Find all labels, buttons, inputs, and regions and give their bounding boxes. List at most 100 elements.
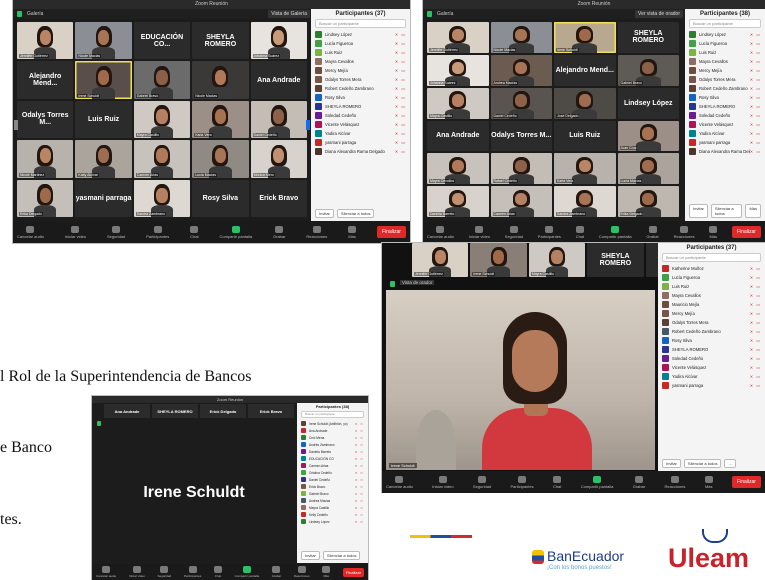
mic-muted-icon[interactable]: ✕ ▭ (395, 95, 406, 100)
participant-row[interactable]: Rosy Silva ✕ ▭ (311, 93, 410, 102)
video-tile[interactable]: Johanna Suárez (250, 22, 307, 60)
video-tile[interactable]: Mónica Mero (250, 140, 307, 178)
panel-button[interactable]: Silenciar a todos (710, 204, 743, 218)
toolbar-button[interactable]: Iniciar video (432, 475, 454, 489)
toolbar-button[interactable]: Más (709, 225, 718, 239)
mic-muted-icon[interactable]: ✕ ▭ (355, 436, 364, 440)
participant-row[interactable]: Luis Ruiz ✕ ▭ (311, 48, 410, 57)
participant-row[interactable]: Mayra Cevallos ✕ ▭ (658, 291, 765, 300)
participant-row[interactable]: Vicente Velásquez ✕ ▭ (311, 120, 410, 129)
name-tile[interactable]: Luis Ruiz (554, 120, 616, 152)
mic-muted-icon[interactable]: ✕ ▭ (750, 320, 761, 325)
video-tile[interactable]: Katty Alcívar (75, 140, 132, 178)
participant-search-input[interactable]: Buscar un participante (301, 411, 364, 418)
participant-row[interactable]: Vicente Velásquez ✕ ▭ (658, 363, 765, 372)
video-tile[interactable]: Andrea Macías (490, 54, 552, 86)
toolbar-button[interactable]: Chat (190, 225, 199, 239)
toolbar-button[interactable]: Cancelar audio (427, 225, 454, 239)
panel-button[interactable]: Invitar (689, 204, 708, 218)
toolbar-button[interactable]: Seguridad (107, 225, 125, 239)
name-tile[interactable]: Odalys Torres M... (17, 100, 74, 139)
mic-muted-icon[interactable]: ✕ ▭ (355, 520, 364, 524)
toolbar-button[interactable]: Grabar (633, 475, 645, 489)
toolbar-button[interactable]: Más (348, 225, 357, 239)
participant-row[interactable]: Katherine Muñoz ✕ ▭ (658, 264, 765, 273)
video-tile[interactable]: Nicole Martinez (17, 140, 74, 178)
video-tile[interactable]: Daniel Cedeño (490, 87, 552, 119)
participant-row[interactable]: Luis Ruiz ✕ ▭ (685, 48, 765, 57)
video-tile[interactable]: Daniela Barreto (427, 186, 489, 217)
toolbar-button[interactable]: Reacciones (294, 565, 309, 579)
video-tile[interactable]: Irene Schuldt (554, 22, 616, 53)
participant-row[interactable]: Lucía Figueroa ✕ ▭ (311, 39, 410, 48)
video-tile[interactable]: Mayra Cevallos (427, 153, 489, 185)
mic-muted-icon[interactable]: ✕ ▭ (395, 68, 406, 73)
video-tile[interactable]: Erika Delgado (617, 186, 679, 217)
panel-button[interactable]: Silenciar a todos (322, 551, 361, 560)
toolbar-button[interactable]: Seguridad (473, 475, 491, 489)
toolbar-button[interactable]: Chat (213, 565, 222, 579)
participant-row[interactable]: Odalys Torres Mera ✕ ▭ (658, 318, 765, 327)
toolbar-button[interactable]: Grabar (273, 225, 285, 239)
participant-row[interactable]: Lindsey López ✕ ▭ (685, 30, 765, 39)
participant-search-input[interactable]: Buscar un participante (689, 19, 761, 28)
video-tile[interactable]: Nicole Macias (192, 61, 249, 99)
participant-row[interactable]: Soledad Cedeño ✕ ▭ (311, 111, 410, 120)
participant-row[interactable]: yasmani parraga ✕ ▭ (658, 381, 765, 390)
participant-row[interactable]: Andrés Zambrano ✕ ▭ (297, 441, 368, 448)
video-tile[interactable]: Jennifer Gutiérrez (427, 22, 489, 53)
mic-muted-icon[interactable]: ✕ ▭ (750, 374, 761, 379)
toolbar-button[interactable]: Iniciar video (65, 225, 86, 239)
mic-muted-icon[interactable]: ✕ ▭ (750, 302, 761, 307)
video-tile[interactable]: Sandra Zambrano (554, 186, 616, 217)
view-button[interactable]: Vista de Galería (268, 10, 310, 18)
video-tile[interactable]: Erika Delgado (17, 179, 74, 217)
participant-search-input[interactable]: Buscar un participante (315, 19, 406, 28)
toolbar-button[interactable]: Seguridad (505, 225, 523, 239)
mic-muted-icon[interactable]: ✕ ▭ (395, 113, 406, 118)
video-tile[interactable]: Mayra Castillo (133, 100, 191, 139)
mic-muted-icon[interactable]: ✕ ▭ (750, 284, 761, 289)
name-tile[interactable]: SHEYLA ROMERO (152, 404, 198, 418)
gallery-prev-arrow[interactable] (14, 120, 18, 130)
participant-row[interactable]: Cristina Cedeño ✕ ▭ (297, 469, 368, 476)
mic-muted-icon[interactable]: ✕ ▭ (395, 149, 406, 154)
participant-row[interactable]: Robert Cedeño Zambrano ✕ ▭ (658, 327, 765, 336)
toolbar-button[interactable]: Reacciones (665, 475, 685, 489)
mic-muted-icon[interactable]: ✕ ▭ (750, 338, 761, 343)
view-button[interactable]: Ver vista de orador (635, 10, 683, 18)
mic-muted-icon[interactable]: ✕ ▭ (395, 50, 406, 55)
participant-row[interactable]: Robert Cedeño Zambrano ✕ ▭ (685, 84, 765, 93)
video-tile[interactable]: Mayra Castillo (427, 87, 489, 119)
name-tile[interactable]: Ana Andrade (250, 61, 307, 99)
participant-row[interactable]: Lindsey López ✕ ▭ (311, 30, 410, 39)
participant-row[interactable]: SHEYLA ROMERO ✕ ▭ (658, 345, 765, 354)
name-tile[interactable]: EDUCACIÓN CO... (133, 22, 191, 60)
mic-muted-icon[interactable]: ✕ ▭ (355, 485, 364, 489)
video-tile[interactable]: Gabriel Bravo (617, 54, 679, 86)
mic-muted-icon[interactable]: ✕ ▭ (750, 356, 761, 361)
mic-muted-icon[interactable]: ✕ ▭ (750, 104, 761, 109)
toolbar-button[interactable]: Participantes (510, 475, 534, 489)
mic-muted-icon[interactable]: ✕ ▭ (750, 293, 761, 298)
panel-button[interactable]: Invitar (301, 551, 320, 560)
participant-row[interactable]: Luis Ruiz ✕ ▭ (658, 282, 765, 291)
name-tile[interactable]: SHEYLA ROMERO (587, 243, 644, 277)
toolbar-button[interactable]: Más (322, 565, 331, 579)
mic-muted-icon[interactable]: ✕ ▭ (750, 383, 761, 388)
mic-muted-icon[interactable]: ✕ ▭ (750, 149, 761, 154)
participant-row[interactable]: Rosy Silva ✕ ▭ (685, 93, 765, 102)
mic-muted-icon[interactable]: ✕ ▭ (750, 140, 761, 145)
video-tile[interactable]: Nicole Macias (75, 22, 132, 60)
mic-muted-icon[interactable]: ✕ ▭ (395, 104, 406, 109)
panel-button[interactable]: ... (724, 459, 736, 468)
participant-row[interactable]: Kelly Cedeño ✕ ▭ (297, 511, 368, 518)
participant-row[interactable]: Daniel Cedeño ✕ ▭ (297, 476, 368, 483)
participant-row[interactable]: Mayra Cevallos ✕ ▭ (685, 57, 765, 66)
name-tile[interactable]: Alejandro Mend... (554, 54, 616, 86)
toolbar-button[interactable]: Participantes (538, 225, 561, 239)
end-meeting-button[interactable]: Finalizar (377, 226, 406, 238)
video-tile[interactable]: Daniel Cedeño (250, 100, 307, 139)
name-tile[interactable]: Lindsey López (617, 87, 679, 119)
end-meeting-button[interactable]: Finalizar (732, 476, 761, 488)
